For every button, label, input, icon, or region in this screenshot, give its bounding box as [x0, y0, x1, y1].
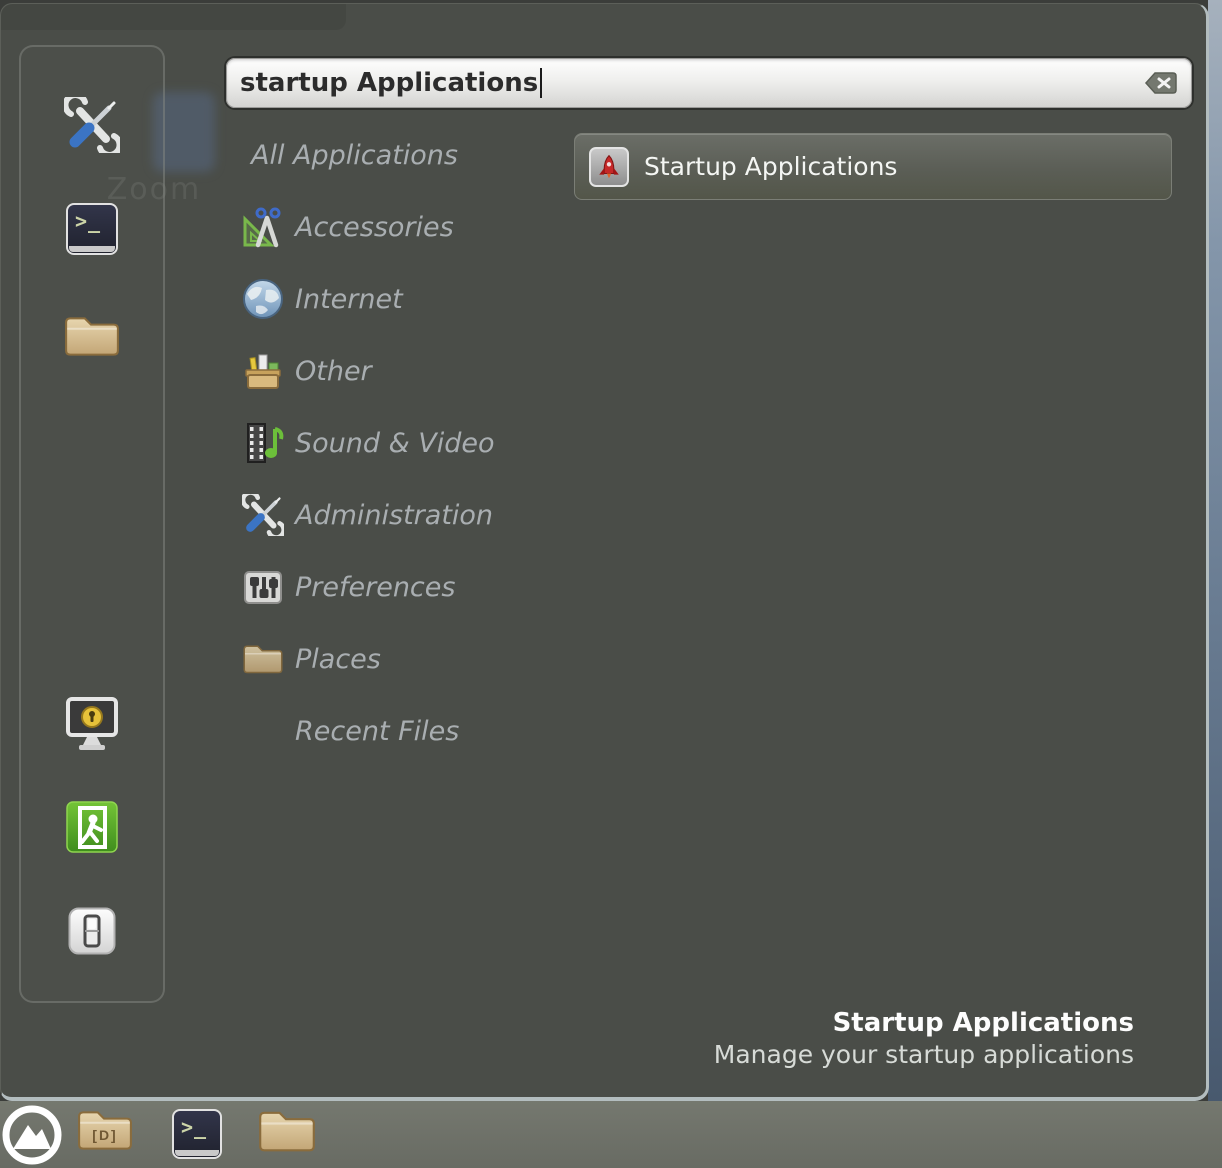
shutdown-switch-icon [68, 907, 116, 955]
terminal-icon: >_ [66, 203, 118, 255]
category-places[interactable]: Places [241, 623, 494, 695]
taskbar-terminal[interactable]: >_ [172, 1109, 222, 1159]
logout-icon [66, 801, 118, 853]
lock-screen-icon [64, 695, 120, 753]
selection-description: Startup Applications Manage your startup… [714, 1008, 1134, 1070]
category-administration[interactable]: Administration [241, 479, 494, 551]
folder-emblem: [D] [76, 1127, 134, 1143]
folder-icon [63, 313, 121, 359]
category-sound-video[interactable]: Sound & Video [241, 407, 494, 479]
places-folder-icon [242, 642, 284, 676]
sidebar-item-system-settings[interactable] [64, 97, 120, 153]
startup-rocket-icon [589, 147, 629, 187]
sidebar-item-logout[interactable] [66, 801, 118, 853]
toolbox-icon [241, 349, 285, 393]
preferences-sliders-icon [241, 565, 285, 609]
accessories-icon [241, 205, 285, 249]
tools-icon [64, 97, 120, 153]
mint-logo-icon [0, 1103, 64, 1167]
selection-subtitle: Manage your startup applications [714, 1039, 1134, 1070]
taskbar-file-manager[interactable] [257, 1107, 317, 1155]
background-ghost-window [1, 4, 346, 30]
result-startup-applications[interactable]: Startup Applications [574, 133, 1172, 200]
backspace-icon [1144, 71, 1178, 95]
taskbar: [D] >_ [0, 1101, 1222, 1168]
category-preferences[interactable]: Preferences [241, 551, 494, 623]
sidebar-item-shutdown[interactable] [68, 907, 116, 955]
category-recent-files[interactable]: Recent Files [241, 695, 494, 767]
selection-title: Startup Applications [714, 1008, 1134, 1039]
search-input-value: startup Applications [240, 68, 538, 98]
admin-tools-icon [242, 494, 284, 536]
background-window-edge [1208, 0, 1222, 1101]
category-internet[interactable]: Internet [241, 263, 494, 335]
application-menu: Zoom >_ [0, 3, 1209, 1101]
search-input[interactable]: startup Applications [226, 58, 1192, 108]
favorites-sidebar: >_ [19, 45, 165, 1003]
sidebar-item-lock-screen[interactable] [64, 695, 120, 753]
category-all-applications[interactable]: All Applications [241, 119, 494, 191]
internet-globe-icon [241, 277, 285, 321]
taskbar-menu-launcher[interactable] [0, 1103, 64, 1167]
category-other[interactable]: Other [241, 335, 494, 407]
sound-video-icon [241, 421, 285, 465]
taskbar-desktop-folder[interactable]: [D] [76, 1107, 134, 1153]
sidebar-item-terminal[interactable]: >_ [66, 203, 118, 255]
text-cursor [540, 68, 542, 98]
folder-icon [257, 1107, 317, 1155]
sidebar-item-file-manager[interactable] [63, 313, 121, 359]
clear-search-button[interactable] [1144, 71, 1178, 95]
category-list: All Applications Accessories [241, 119, 494, 767]
terminal-icon: >_ [172, 1109, 222, 1159]
rocket-glyph [596, 154, 622, 180]
category-accessories[interactable]: Accessories [241, 191, 494, 263]
